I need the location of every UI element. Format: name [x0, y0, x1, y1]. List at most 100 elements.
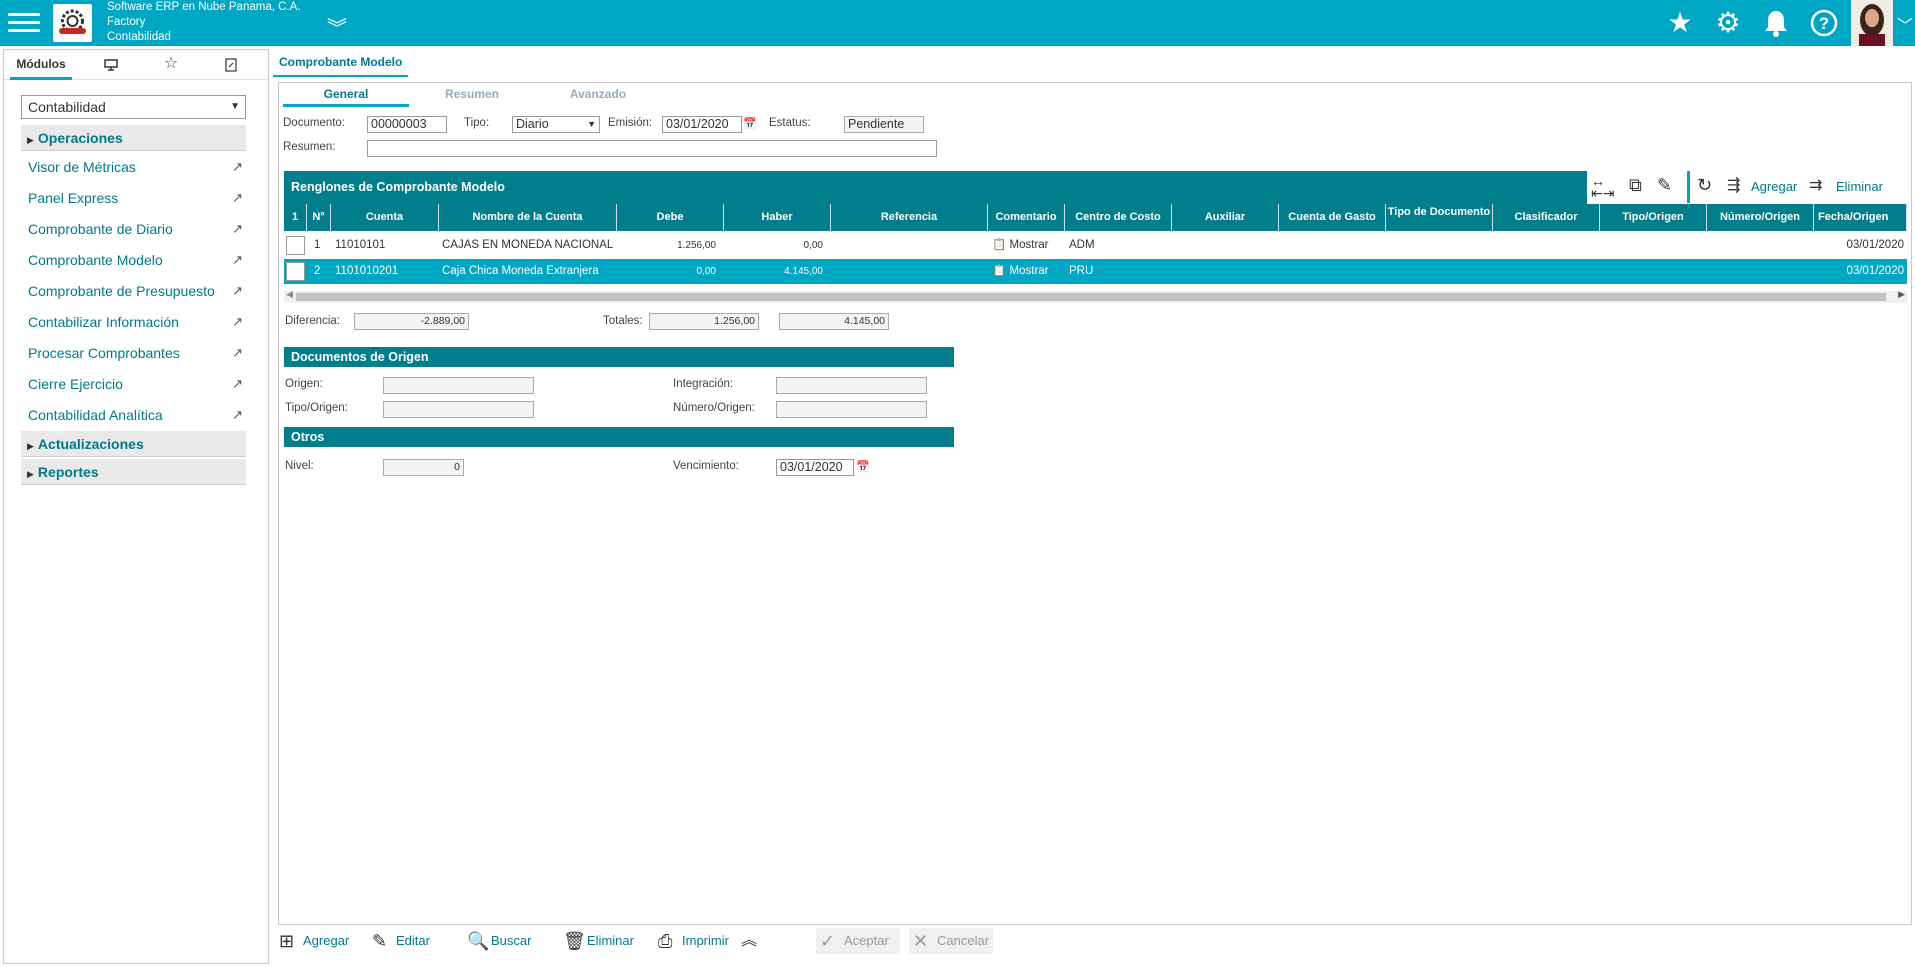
cell-nombre: Caja Chica Moneda Extranjera [442, 265, 599, 277]
hamburger-menu-icon[interactable] [8, 8, 40, 38]
menu-item-label: Panel Express [28, 190, 119, 206]
documento-field[interactable]: 00000003 [367, 116, 447, 133]
section-operaciones[interactable]: ▶ Operaciones [21, 125, 246, 151]
external-link-icon: ↗ [232, 252, 243, 267]
grid-add-button[interactable]: Agregar [1751, 179, 1797, 194]
col-header-referencia[interactable]: Referencia [831, 204, 988, 231]
vencimiento-field[interactable]: 03/01/2020 [776, 459, 854, 476]
subtab-general-label: General [323, 87, 369, 101]
company-info: Software ERP en Nube Panama, C.A. Factor… [107, 0, 300, 45]
menu-procesar-comprobantes[interactable]: Procesar Comprobantes ↗ [28, 342, 243, 364]
menu-comprobante-presupuesto[interactable]: Comprobante de Presupuesto ↗ [28, 280, 243, 302]
col-header-numero-origen[interactable]: Número/Origen [1707, 204, 1814, 231]
col-header-clasificador[interactable]: Clasificador [1493, 204, 1600, 231]
col-header-n[interactable]: N° [307, 204, 331, 231]
nivel-label: Nivel: [285, 460, 314, 472]
documento-label: Documento: [283, 117, 346, 129]
cell-comentario[interactable]: 📋 Mostrar [992, 259, 1064, 284]
menu-panel-express[interactable]: Panel Express ↗ [28, 187, 243, 209]
menu-contabilidad-analitica[interactable]: Contabilidad Analítica ↗ [28, 404, 243, 426]
col-header-nombre[interactable]: Nombre de la Cuenta [439, 204, 617, 231]
diferencia-label: Diferencia: [285, 315, 340, 327]
menu-item-label: Comprobante de Presupuesto [28, 283, 215, 299]
section-reportes[interactable]: ▶ Reportes [21, 459, 246, 485]
expand-chevron-icon[interactable]: ︾ [327, 12, 347, 41]
menu-cierre-ejercicio[interactable]: Cierre Ejercicio ↗ [28, 373, 243, 395]
editar-button[interactable]: ✎ Editar [372, 928, 436, 954]
col-header-centro-costo[interactable]: Centro de Costo [1065, 204, 1172, 231]
menu-contabilizar-informacion[interactable]: Contabilizar Información ↗ [28, 311, 243, 333]
buscar-button[interactable]: 🔍 Buscar [467, 928, 537, 954]
monitor-icon[interactable] [86, 50, 136, 80]
search-icon: 🔍 [467, 931, 490, 951]
menu-comprobante-modelo[interactable]: Comprobante Modelo ↗ [28, 249, 243, 271]
origen-field [383, 377, 534, 394]
subtab-resumen[interactable]: Resumen [409, 83, 535, 107]
col-header-tipo-documento[interactable]: Tipo de Documento [1386, 204, 1493, 231]
toolbar-divider [1687, 171, 1690, 203]
calendar-icon[interactable]: 📅 [856, 460, 870, 473]
user-avatar[interactable] [1851, 0, 1893, 46]
close-icon: ✕ [913, 931, 929, 951]
row-checkbox[interactable] [286, 262, 305, 281]
resize-columns-icon[interactable]: ↔ ⇤⇥ [1591, 174, 1614, 200]
menu-visor-metricas[interactable]: Visor de Métricas ↗ [28, 156, 243, 178]
imprimir-button[interactable]: ⎙ Imprimir [658, 928, 738, 954]
help-icon[interactable]: ? [1806, 5, 1842, 41]
col-header-haber[interactable]: Haber [724, 204, 831, 231]
refresh-icon[interactable]: ↻ [1697, 175, 1712, 196]
delete-row-icon[interactable]: ⇉ [1809, 175, 1822, 195]
tab-comprobante-modelo[interactable]: Comprobante Modelo [273, 49, 409, 77]
horizontal-scrollbar[interactable]: ◀ ▶ [284, 289, 1907, 303]
col-header-debe[interactable]: Debe [617, 204, 724, 231]
popout-icon[interactable]: ⧉ [1629, 175, 1642, 196]
menu-comprobante-diario[interactable]: Comprobante de Diario ↗ [28, 218, 243, 240]
table-row[interactable]: 2 1101010201 Caja Chica Moneda Extranjer… [284, 259, 1907, 284]
section-actualizaciones[interactable]: ▶ Actualizaciones [21, 431, 246, 457]
grid-delete-button[interactable]: Eliminar [1836, 179, 1883, 194]
calendar-icon[interactable]: 📅 [743, 117, 757, 130]
col-header-cuenta-gasto[interactable]: Cuenta de Gasto [1279, 204, 1386, 231]
tipo-select[interactable]: Diario ▼ [512, 116, 600, 133]
section-operaciones-label: Operaciones [37, 130, 123, 146]
add-row-icon[interactable]: ⇶ [1727, 175, 1740, 195]
resumen-field[interactable] [367, 140, 937, 157]
eliminar-button[interactable]: 🗑 Eliminar [563, 928, 639, 954]
star-icon[interactable]: ★ [1662, 5, 1698, 41]
cell-haber: 0,00 [803, 240, 823, 251]
col-header-comentario[interactable]: Comentario [988, 204, 1065, 231]
scroll-left-icon[interactable]: ◀ [286, 289, 293, 300]
emision-field[interactable]: 03/01/2020 [662, 116, 742, 133]
col-header-fecha-origen[interactable]: Fecha/Origen [1814, 204, 1907, 231]
cell-cuenta: 1101010201 [335, 265, 399, 277]
scrollbar-thumb[interactable] [296, 293, 1886, 301]
tab-modulos[interactable]: Módulos [10, 50, 72, 80]
vencimiento-label: Vencimiento: [673, 460, 739, 472]
agregar-button[interactable]: ⊞ Agregar [279, 928, 351, 954]
gear-icon[interactable]: ⚙ [1710, 5, 1746, 41]
module-select[interactable]: Contabilidad ▼ [21, 95, 246, 119]
buscar-label: Buscar [491, 933, 532, 948]
col-header-select[interactable]: 1 [284, 204, 307, 231]
cancelar-button[interactable]: ✕ Cancelar [909, 928, 993, 954]
user-menu-chevron-icon[interactable]: ﹀ [1897, 12, 1913, 36]
aceptar-button[interactable]: ✓ Aceptar [816, 928, 900, 954]
link-doc-icon[interactable] [206, 50, 256, 80]
col-header-auxiliar[interactable]: Auxiliar [1172, 204, 1279, 231]
cell-comentario[interactable]: 📋 Mostrar [992, 233, 1064, 258]
favorites-star-icon[interactable]: ☆ [146, 50, 196, 80]
row-checkbox[interactable] [286, 236, 305, 255]
col-header-cuenta[interactable]: Cuenta [331, 204, 439, 231]
puzzle-icon[interactable]: ✎ [1657, 175, 1672, 196]
external-link-icon: ↗ [232, 407, 243, 422]
subtab-avanzado[interactable]: Avanzado [535, 83, 661, 107]
table-row[interactable]: 1 11010101 CAJAS EN MONEDA NACIONAL 1.25… [284, 233, 1907, 258]
left-tabs: Módulos ☆ [4, 50, 268, 80]
scroll-right-icon[interactable]: ▶ [1898, 289, 1905, 300]
left-panel: Módulos ☆ Contabilidad ▼ ▶ Operaciones Vi… [3, 49, 269, 964]
subtab-general[interactable]: General [283, 83, 409, 107]
collapse-chevron-icon[interactable]: ︽ [741, 928, 757, 954]
bell-icon[interactable] [1758, 5, 1794, 41]
nivel-field: 0 [383, 459, 464, 476]
col-header-tipo-origen[interactable]: Tipo/Origen [1600, 204, 1707, 231]
